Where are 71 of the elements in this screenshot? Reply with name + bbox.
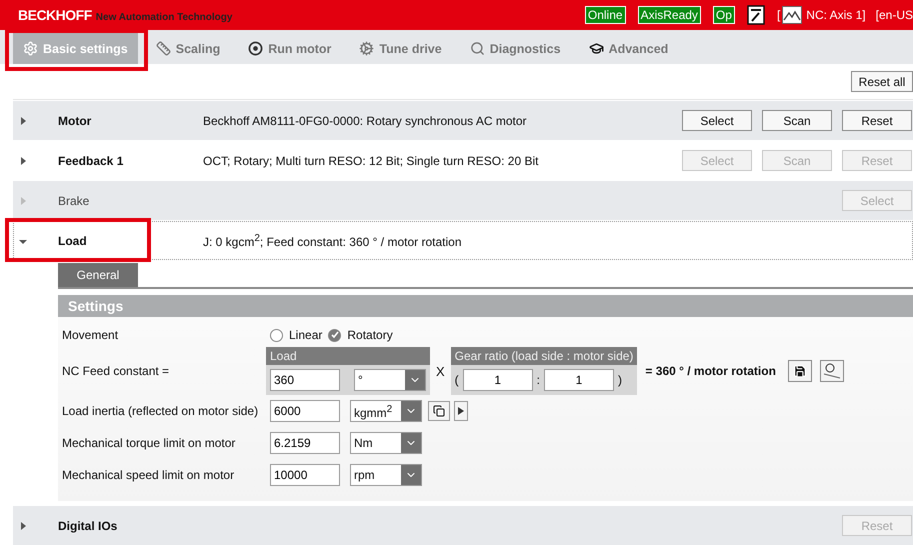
- section-description: OCT; Rotary; Multi turn RESO: 12 Bit; Single turn RESO: 20 Bit: [203, 154, 540, 168]
- section-description: J: 0 kgcm$^{2}$; Feed constant: 360 ° / motor rotation: [203, 232, 462, 248]
- section-button[interactable]: Reset: [842, 110, 912, 131]
- axis-label: NC: Axis 1]: [806, 8, 866, 22]
- radio-button[interactable]: [270, 328, 283, 342]
- expand-arrow-icon[interactable]: [18, 156, 28, 166]
- section-title: Load: [58, 234, 88, 248]
- brand-logo: BECKHOFF: [18, 7, 92, 23]
- status-indicator: AxisReady: [638, 6, 701, 24]
- section-row[interactable]: Load J: 0 kgcm$^{2}$; Feed constant: 360 ° / motor rotation: [13, 221, 913, 260]
- expand-arrow-icon[interactable]: [18, 116, 28, 126]
- radio-label: Rotatory: [347, 328, 393, 342]
- reset-all-button[interactable]: Reset all: [851, 71, 913, 92]
- settings-icon: [23, 41, 38, 56]
- radio-button[interactable]: [328, 328, 342, 342]
- motor-gauge-icon: [822, 363, 841, 379]
- brand-tagline: New Automation Technology: [96, 12, 232, 22]
- section-title: Digital IOs: [58, 518, 118, 532]
- section-button[interactable]: Select: [682, 110, 752, 131]
- gear-ratio-group: Gear ratio (load side : motor side) ( 1 : 1 ): [450, 347, 638, 395]
- load-group: Load 360 °: [266, 347, 430, 395]
- cog-icon: [359, 41, 374, 56]
- ruler-icon: [156, 41, 171, 56]
- unit-dropdown[interactable]: rpm: [350, 464, 422, 486]
- field-label: Movement: [62, 328, 120, 342]
- field-label: Mechanical torque limit on motor: [62, 436, 236, 450]
- section-title: Feedback 1: [58, 154, 124, 168]
- field-label: NC Feed constant =: [62, 364, 170, 378]
- document-edit-icon[interactable]: [746, 5, 765, 25]
- axis-icon: [782, 6, 802, 24]
- value-field[interactable]: 6.2159: [270, 432, 340, 454]
- status-indicator: Online: [584, 6, 626, 24]
- checkmark-icon: [330, 331, 339, 339]
- language-label[interactable]: [en-US: [876, 8, 913, 22]
- motor-icon: [248, 41, 264, 56]
- expand-arrow-icon[interactable]: [18, 520, 28, 530]
- section-row[interactable]: Motor Beckhoff AM8111-0FG0-0000: Rotary synchronous AC motor Select Scan Reset: [13, 101, 913, 140]
- section-button[interactable]: Scan: [762, 110, 832, 131]
- field-label: Mechanical speed limit on motor: [62, 468, 236, 482]
- settings-header: Settings: [58, 295, 913, 317]
- sub-tab[interactable]: General: [58, 263, 138, 287]
- unit-dropdown[interactable]: Nm: [350, 432, 422, 454]
- graduation-cap-icon: [588, 41, 604, 56]
- value-field[interactable]: 10000: [270, 464, 340, 486]
- save-button[interactable]: [788, 360, 812, 382]
- multiply-sign: X: [436, 364, 445, 378]
- copy-button[interactable]: [428, 401, 450, 421]
- status-indicator: Op: [712, 6, 735, 24]
- radio-label: Linear: [289, 328, 322, 342]
- section-title: Brake: [58, 194, 90, 208]
- nav-tab[interactable]: Tune drive: [349, 33, 452, 64]
- nav-tab[interactable]: Scaling: [146, 33, 230, 64]
- feed-value-field[interactable]: 360: [270, 369, 340, 391]
- motor-feed-button[interactable]: [820, 360, 844, 382]
- field-label: Load inertia (reflected on motor side): [62, 404, 260, 418]
- play-icon: [458, 407, 464, 415]
- nav-tab[interactable]: Advanced: [578, 33, 678, 64]
- unit-dropdown[interactable]: kgmm$^{2}$: [350, 400, 422, 422]
- unit-dropdown[interactable]: °: [354, 369, 426, 391]
- axis-bracket: [: [776, 8, 780, 22]
- section-description: Beckhoff AM8111-0FG0-0000: Rotary synchronous AC motor: [203, 114, 528, 128]
- search-icon: [470, 41, 485, 56]
- gear-load-field[interactable]: 1: [462, 369, 533, 391]
- section-title: Motor: [58, 114, 92, 128]
- gear-motor-field[interactable]: 1: [544, 369, 614, 391]
- value-field[interactable]: 6000: [270, 400, 340, 422]
- play-button[interactable]: [454, 401, 468, 421]
- nav-tab[interactable]: Diagnostics: [460, 33, 571, 64]
- nav-tab[interactable]: Run motor: [238, 33, 342, 64]
- feed-result: = 360 ° / motor rotation: [645, 364, 776, 378]
- copy-icon: [433, 405, 445, 417]
